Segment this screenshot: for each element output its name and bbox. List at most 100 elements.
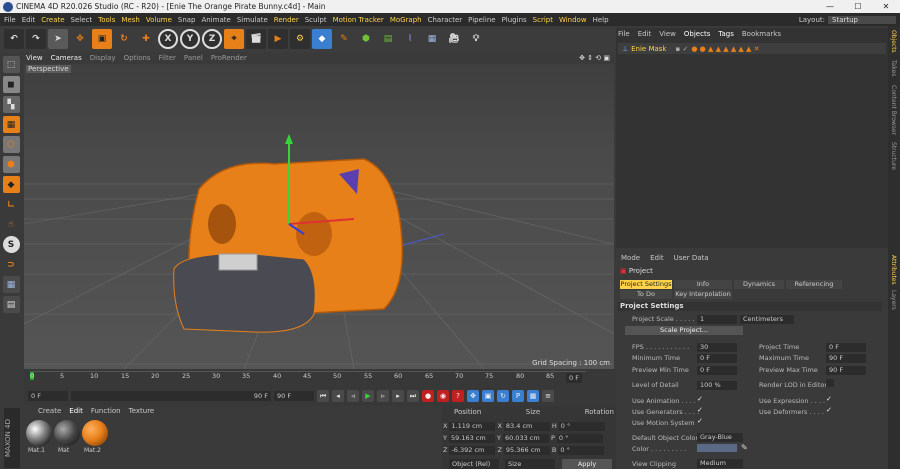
end-frame-field[interactable]: 90 F [274, 391, 314, 401]
viewport-menu-filter[interactable]: Filter [159, 54, 176, 62]
attribute-menu-user-data[interactable]: User Data [674, 254, 709, 262]
minimum-time-field[interactable]: 0 F [697, 354, 737, 363]
render-lod-checkbox[interactable] [826, 379, 834, 387]
eyedropper-icon[interactable]: ✎ [741, 443, 748, 452]
menu-motion-tracker[interactable]: Motion Tracker [333, 16, 384, 24]
material-menu-texture[interactable]: Texture [129, 407, 155, 415]
color-swatch[interactable] [697, 444, 737, 452]
objects-menu-bookmarks[interactable]: Bookmarks [742, 30, 781, 38]
scale-project-button[interactable]: Scale Project... [625, 326, 743, 335]
tab-referencing[interactable]: Referencing [786, 280, 842, 289]
keyframe-selection-icon[interactable]: ? [452, 390, 464, 402]
menu-animate[interactable]: Animate [202, 16, 231, 24]
right-tab-attributes[interactable]: Attributes [890, 255, 897, 285]
workplane-icon[interactable]: ▦ [2, 116, 20, 133]
size-mode-dropdown[interactable]: Size [505, 459, 555, 469]
size-z-field[interactable]: 95.366 cm [503, 445, 550, 455]
timeline-ruler[interactable]: 0 5 10 15 20 25 30 35 40 45 50 55 60 65 … [30, 371, 586, 383]
apply-button[interactable]: Apply [562, 459, 612, 469]
material-menu-function[interactable]: Function [91, 407, 121, 415]
preview-range-slider[interactable]: 90 F [71, 391, 271, 401]
select-tool-icon[interactable]: ➤ [48, 29, 68, 49]
x-axis-button[interactable]: X [158, 29, 178, 49]
use-animation-checkbox[interactable]: ✓ [697, 395, 703, 403]
key-parameter-icon[interactable]: P [512, 390, 524, 402]
go-to-start-icon[interactable]: ⏮ [317, 390, 329, 402]
menu-window[interactable]: Window [559, 16, 587, 24]
viewport-menu-cameras[interactable]: Cameras [51, 54, 82, 62]
project-time-field[interactable]: 0 F [826, 343, 866, 352]
material-menu-create[interactable]: Create [38, 407, 61, 415]
level-of-detail-field[interactable]: 100 % [697, 381, 737, 390]
attribute-menu-mode[interactable]: Mode [621, 254, 640, 262]
rotation-h-field[interactable]: 0 ° [558, 421, 605, 431]
menu-mesh[interactable]: Mesh [121, 16, 139, 24]
previous-key-icon[interactable]: ◂ [332, 390, 344, 402]
menu-tools[interactable]: Tools [98, 16, 115, 24]
rotate-tool-icon[interactable]: ↻ [114, 29, 134, 49]
viewport-menu-display[interactable]: Display [90, 54, 116, 62]
tab-to-do[interactable]: To Do [620, 290, 672, 299]
play-icon[interactable]: ▶ [362, 390, 374, 402]
use-expression-checkbox[interactable]: ✓ [826, 395, 832, 403]
menu-mograph[interactable]: MoGraph [390, 16, 422, 24]
position-z-field[interactable]: -6.392 cm [449, 445, 496, 455]
pen-spline-icon[interactable]: ✎ [334, 29, 354, 49]
go-to-end-icon[interactable]: ⏭ [407, 390, 419, 402]
use-motion-checkbox[interactable]: ✓ [697, 417, 703, 425]
recent-tool-icon[interactable]: ✚ [136, 29, 156, 49]
layout-dropdown[interactable]: Startup [828, 15, 896, 24]
record-icon[interactable]: ● [422, 390, 434, 402]
close-icon[interactable]: ✕ [872, 2, 900, 11]
rotation-b-field[interactable]: 0 ° [558, 445, 605, 455]
right-tab-takes[interactable]: Takes [890, 60, 897, 76]
3d-viewport[interactable]: Grid Spacing : 100 cm [24, 64, 614, 369]
menu-select[interactable]: Select [71, 16, 93, 24]
project-scale-field[interactable]: 1 [697, 315, 737, 324]
maximum-time-field[interactable]: 90 F [826, 354, 866, 363]
make-editable-icon[interactable]: ⬚ [2, 56, 20, 73]
objects-menu-edit[interactable]: Edit [638, 30, 652, 38]
menu-script[interactable]: Script [533, 16, 553, 24]
camera-icon[interactable]: 🎥︎ [444, 29, 464, 49]
tab-dynamics[interactable]: Dynamics [734, 280, 784, 289]
menu-render[interactable]: Render [274, 16, 299, 24]
floor-icon[interactable]: ▦ [422, 29, 442, 49]
texture-mode-icon[interactable]: ▚ [2, 96, 20, 113]
objects-menu-view[interactable]: View [659, 30, 676, 38]
material-swatch-mat1[interactable] [26, 420, 52, 446]
subdivision-icon[interactable]: ⬢ [356, 29, 376, 49]
objects-menu-file[interactable]: File [618, 30, 630, 38]
object-row-enie-mask[interactable]: ⊥ Enie Mask ▪ ✓ ● ● ▲ ▲ ▲ ▲ ▲ ▲ ✕ [618, 43, 886, 54]
autokey-icon[interactable]: ◉ [437, 390, 449, 402]
minimize-icon[interactable]: — [816, 2, 844, 11]
size-y-field[interactable]: 60.033 cm [502, 433, 549, 443]
grid-icon[interactable]: ▤ [2, 296, 20, 313]
project-scale-unit-dropdown[interactable]: Centimeters [740, 315, 794, 324]
maximize-icon[interactable]: ☐ [844, 2, 872, 11]
model-mode-icon[interactable]: ◼ [2, 76, 20, 93]
z-axis-button[interactable]: Z [202, 29, 222, 49]
fps-field[interactable]: 30 [697, 343, 737, 352]
points-mode-icon[interactable]: ⬡ [2, 136, 20, 153]
axis-mode-icon[interactable]: ∟ [3, 196, 20, 213]
light-icon[interactable]: 💡︎ [466, 29, 486, 49]
menu-help[interactable]: Help [593, 16, 609, 24]
render-view-icon[interactable]: 🎬︎ [246, 29, 266, 49]
right-tab-layers[interactable]: Layers [890, 290, 897, 310]
menu-create[interactable]: Create [41, 16, 64, 24]
menu-file[interactable]: File [4, 16, 16, 24]
coord-mode-dropdown[interactable]: Object (Rel) [449, 459, 499, 469]
cube-primitive-icon[interactable]: ◆ [312, 29, 332, 49]
visibility-icon[interactable]: ▪ ✓ [675, 45, 688, 53]
previous-frame-icon[interactable]: ◃ [347, 390, 359, 402]
right-tab-objects[interactable]: Objects [890, 30, 897, 53]
snap-icon[interactable]: S [2, 236, 20, 253]
redo-icon[interactable]: ↷ [26, 29, 46, 49]
key-scale-icon[interactable]: ▣ [482, 390, 494, 402]
objects-menu-objects[interactable]: Objects [684, 30, 710, 38]
edges-mode-icon[interactable]: ⬢ [2, 156, 20, 173]
material-tags-icon[interactable]: ● ● ▲ ▲ ▲ ▲ ▲ ▲ ✕ [691, 45, 759, 53]
tab-info[interactable]: Info [674, 280, 732, 289]
coordinate-system-icon[interactable]: ⌖ [224, 29, 244, 49]
